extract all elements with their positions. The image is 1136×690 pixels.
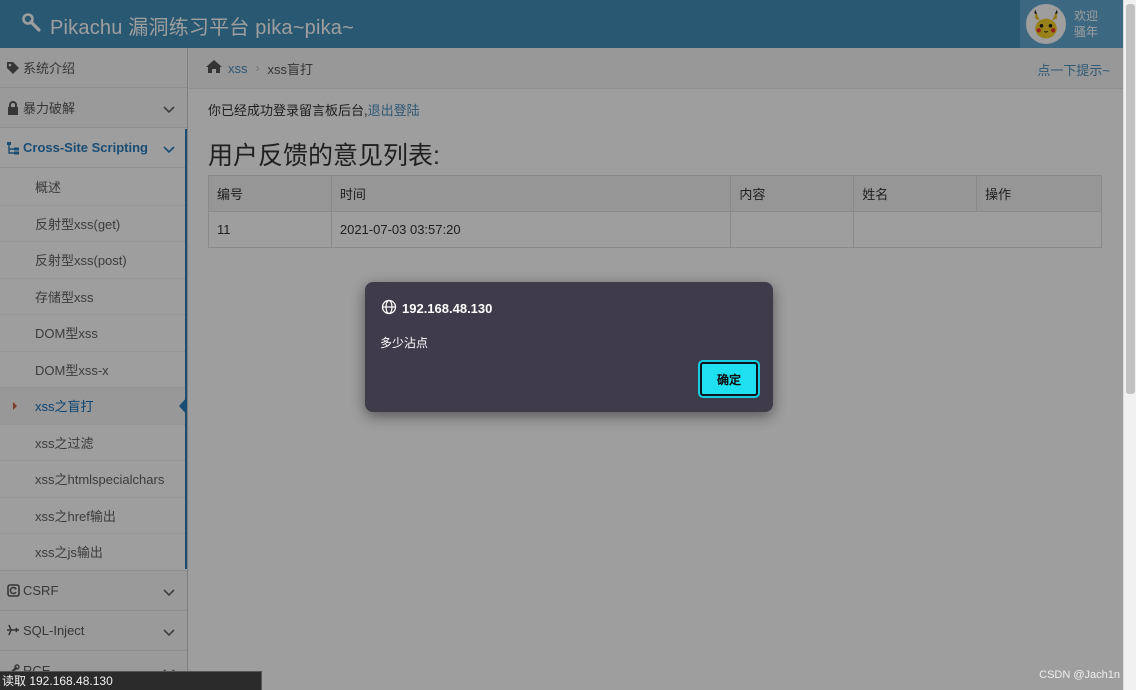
dialog-header: 192.168.48.130 [381,299,492,318]
globe-icon [381,299,397,318]
ok-button[interactable]: 确定 [698,360,760,398]
vertical-scrollbar[interactable] [1123,0,1136,690]
scrollbar-thumb[interactable] [1126,4,1135,394]
dialog-message: 多少沾点 [380,336,429,350]
alert-dialog: 192.168.48.130 多少沾点 确定 [365,282,773,412]
dialog-host: 192.168.48.130 [402,301,493,316]
watermark: CSDN @Jach1n [1039,669,1120,681]
browser-status-bar: 读取 192.168.48.130 [0,671,262,690]
